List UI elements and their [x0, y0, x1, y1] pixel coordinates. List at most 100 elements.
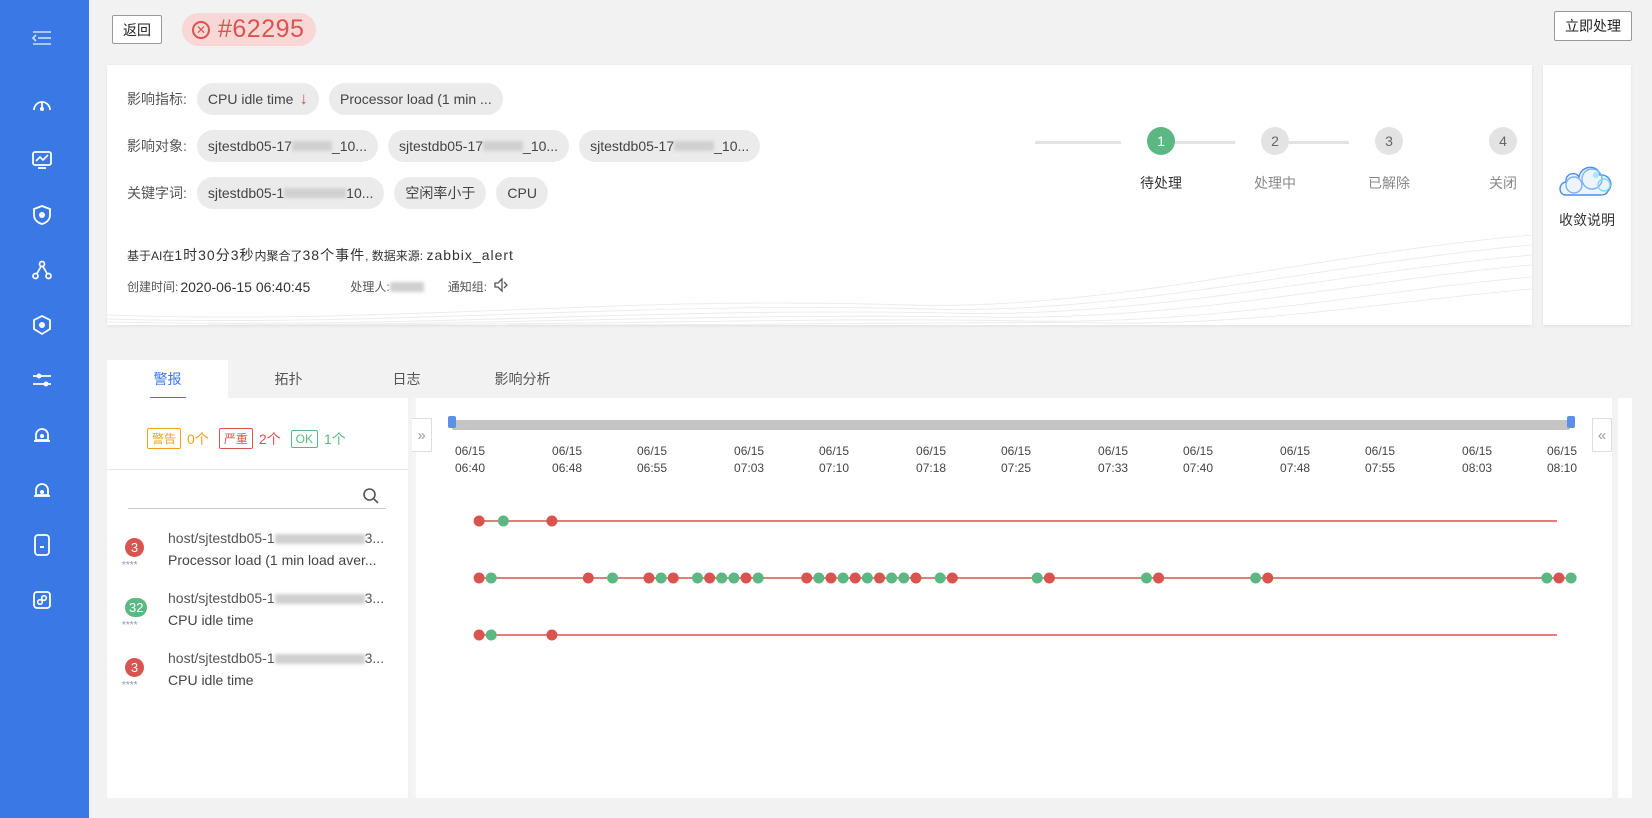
time-tick-date: 06/15	[1280, 444, 1310, 458]
time-tick-date: 06/15	[455, 444, 485, 458]
ok-event-dot	[1541, 572, 1553, 584]
time-tick-time: 07:03	[734, 461, 764, 475]
step-4-dot: 4	[1489, 127, 1517, 155]
impact-metric-chip[interactable]: CPU idle time ↓	[196, 83, 319, 115]
alert-list-item[interactable]: 3 **** host/sjtestdb05-1 3... CPU idle ti…	[107, 650, 408, 706]
settings-shield-icon[interactable]	[30, 313, 54, 337]
search-icon[interactable]	[362, 487, 380, 505]
alarm-icon[interactable]	[30, 423, 54, 447]
handle-now-button[interactable]: 立即处理	[1554, 11, 1632, 41]
convergence-card[interactable]: 收敛说明	[1543, 65, 1631, 325]
incident-tag: ✕ #62295	[182, 13, 317, 46]
critical-event-dot	[874, 572, 885, 584]
convergence-label: 收敛说明	[1559, 212, 1615, 228]
topology-icon[interactable]	[30, 258, 54, 282]
menu-collapse-icon[interactable]	[30, 26, 54, 50]
monitor-icon[interactable]	[30, 148, 54, 172]
time-tick-time: 07:48	[1280, 461, 1310, 475]
time-tick-date: 06/15	[1098, 444, 1128, 458]
time-tick-date: 06/15	[1183, 444, 1213, 458]
critical-badge[interactable]: 严重	[218, 428, 253, 449]
critical-event-dot	[473, 515, 485, 527]
link-icon[interactable]	[30, 588, 54, 612]
time-tick-date: 06/15	[1547, 444, 1577, 458]
step-3-label: 已解除	[1368, 175, 1410, 191]
sliders-icon[interactable]	[30, 368, 54, 392]
warning-badge[interactable]: 警告	[147, 428, 182, 449]
arrow-down-icon: ↓	[299, 89, 308, 108]
ok-event-dot	[1565, 572, 1577, 584]
time-tick-date: 06/15	[1365, 444, 1395, 458]
tab-impact-analysis[interactable]: 影响分析	[464, 360, 581, 398]
time-tick-time: 06:40	[455, 461, 485, 475]
tab-logs[interactable]: 日志	[349, 360, 464, 398]
collapse-right-icon[interactable]: «	[1592, 418, 1612, 452]
critical-event-dot	[473, 629, 485, 641]
ok-count: 1个	[323, 430, 346, 447]
shield-icon[interactable]	[30, 203, 54, 227]
ok-event-dot	[1250, 572, 1262, 584]
alert-count-badge: 3	[125, 538, 144, 557]
alert-list-item[interactable]: 3 **** host/sjtestdb05-1 3... Processor l…	[107, 530, 408, 586]
right-panel-strip	[1612, 398, 1632, 798]
step-1-label: 待处理	[1140, 175, 1182, 191]
critical-event-dot	[643, 572, 655, 584]
impact-object-chip[interactable]: sjtestdb05-17 _10...	[387, 130, 570, 162]
time-tick-date: 06/15	[1001, 444, 1031, 458]
critical-event-dot	[740, 572, 752, 584]
incident-meta: 创建时间: 2020-06-15 06:40:45 处理人: 通知组:	[127, 277, 509, 296]
critical-event-dot	[546, 629, 558, 641]
alert-host: host/sjtestdb05-1 3...	[168, 650, 385, 666]
time-tick-time: 08:10	[1547, 461, 1577, 475]
warning-count: 0个	[187, 430, 209, 447]
cloud-icon	[1559, 166, 1612, 196]
keyword-chip[interactable]: sjtestdb05-1 10...	[196, 177, 385, 209]
impact-object-chip[interactable]: sjtestdb05-17 _10...	[579, 130, 761, 162]
tab-topology[interactable]: 拓扑	[228, 360, 349, 398]
timeline-chart: 06/15 06:40 06/15 06:48 06/15 06:55 06/15 07:03…	[448, 416, 1577, 641]
close-circle-icon: ✕	[192, 20, 210, 39]
alert-metric: CPU idle time	[168, 612, 254, 628]
back-button[interactable]: 返回	[112, 15, 162, 44]
ok-event-dot	[1031, 572, 1043, 584]
alert-count-badge: 32	[125, 598, 148, 617]
handler-value-redacted	[389, 281, 424, 292]
time-tick-time: 07:18	[916, 461, 946, 475]
critical-event-dot	[1043, 572, 1055, 584]
alert-metric: CPU idle time	[168, 672, 254, 688]
time-tick-time: 07:40	[1183, 461, 1213, 475]
impact-objects-row: 影响对象: sjtestdb05-17 _10... sjtestdb05-17 _…	[127, 130, 761, 162]
impact-metrics-label: 影响指标:	[127, 91, 187, 107]
severity-stars: ****	[122, 560, 138, 571]
dashboard-icon[interactable]	[30, 94, 54, 118]
critical-event-dot	[825, 572, 837, 584]
time-tick-date: 06/15	[916, 444, 946, 458]
keyword-chip[interactable]: 空闲率小于	[394, 177, 487, 209]
impact-metrics-row: 影响指标: CPU idle time ↓ Processor load (1 m…	[127, 83, 503, 115]
alarm-settings-icon[interactable]	[30, 478, 54, 502]
ok-event-dot	[898, 572, 910, 584]
speaker-icon[interactable]	[493, 277, 509, 296]
critical-event-dot	[1153, 572, 1165, 584]
device-icon[interactable]	[30, 533, 54, 557]
ok-event-dot	[886, 572, 898, 584]
time-tick-time: 07:10	[819, 461, 849, 475]
keyword-chip[interactable]: CPU	[496, 177, 548, 209]
ok-badge[interactable]: OK	[290, 429, 318, 448]
impact-object-chip[interactable]: sjtestdb05-17 _10...	[196, 130, 378, 162]
time-tick-date: 06/15	[819, 444, 849, 458]
ok-event-dot	[497, 515, 509, 527]
aggregation-summary: 基于AI在1时30分3秒内聚合了38个事件, 数据来源: zabbix_aler…	[127, 247, 514, 263]
step-2-dot: 2	[1261, 127, 1289, 155]
search-input[interactable]	[128, 485, 386, 509]
incident-info-card: 影响指标: CPU idle time ↓ Processor load (1 m…	[107, 65, 1532, 325]
alert-list-item[interactable]: 32 **** host/sjtestdb05-1 3... CPU idle t…	[107, 590, 408, 646]
range-slider-handle-end	[1567, 416, 1575, 428]
time-tick-date: 06/15	[734, 444, 764, 458]
range-slider-track	[452, 420, 1570, 430]
tab-alerts[interactable]: 警报	[107, 360, 228, 399]
severity-stars: ****	[122, 680, 138, 691]
impact-metric-chip[interactable]: Processor load (1 min ...	[328, 83, 503, 115]
divider	[107, 469, 408, 470]
critical-event-dot	[546, 515, 558, 527]
